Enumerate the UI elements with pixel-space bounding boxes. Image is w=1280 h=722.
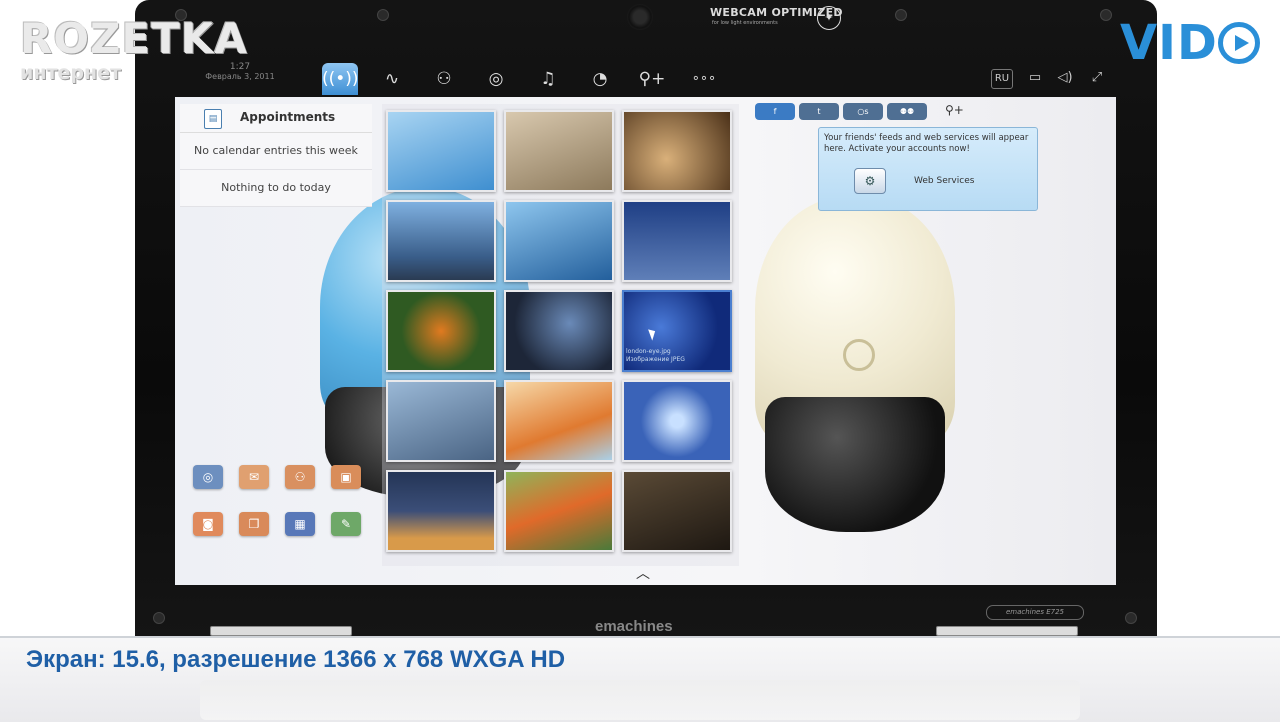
bezel-screw [377, 9, 389, 21]
camera-app-icon[interactable]: ◙ [193, 512, 223, 536]
web-services-message: Your friends' feeds and web services wil… [824, 133, 1029, 154]
caption-text: Экран: 15.6, разрешение 1366 x 768 WXGA … [26, 646, 566, 673]
bezel-screw [153, 612, 165, 624]
clock-date: Февраль 3, 2011 [205, 72, 275, 81]
tab-flickr[interactable]: ○s [843, 103, 883, 120]
photo-lens[interactable] [504, 290, 614, 372]
white-robot-base [765, 397, 945, 532]
photo-guitar[interactable] [622, 470, 732, 552]
tab-chart-icon[interactable]: ◔ [582, 63, 618, 95]
tab-twitter[interactable]: t [799, 103, 839, 120]
lightbulb-icon: ✦ [817, 6, 841, 30]
edit-app-icon[interactable]: ✎ [331, 512, 361, 536]
language-indicator[interactable]: RU [991, 69, 1013, 89]
tab-add-user-icon[interactable]: ⚲+ [634, 63, 670, 95]
clock: 1:27 Февраль 3, 2011 [195, 62, 285, 81]
calendar-icon: ▤ [204, 109, 222, 129]
top-taskbar: 1:27 Февраль 3, 2011 ((•)) ∿ ⚇ ◎ ♫ ◔ ⚲+ … [175, 60, 1116, 97]
tab-pulse-icon[interactable]: ∿ [374, 63, 410, 95]
appointments-title: Appointments [240, 110, 336, 124]
appointments-panel: ▤ Appointments No calendar entries this … [180, 104, 372, 207]
rozetka-logo: ROZETKA [20, 14, 248, 63]
photo-clownfish[interactable] [504, 470, 614, 552]
photo-tooltip-type: Изображение JPEG [626, 356, 685, 363]
album-app-icon[interactable]: ▣ [331, 465, 361, 489]
add-friend-icon[interactable]: ⚲+ [945, 103, 964, 117]
tab-facebook[interactable]: f [755, 103, 795, 120]
keyboard-reflection [200, 680, 1080, 720]
laptop-brand: emachines [595, 618, 673, 635]
photo-tooltip-filename: london-eye.jpg [626, 348, 671, 355]
photo-fruit[interactable] [504, 380, 614, 462]
calendar-entries-note[interactable]: No calendar entries this week [180, 133, 372, 170]
network-icon[interactable]: ⤢ [1087, 69, 1107, 87]
tab-music-icon[interactable]: ♫ [530, 63, 566, 95]
volume-icon[interactable]: ◁) [1055, 69, 1075, 87]
photo-tooltip: london-eye.jpg Изображение JPEG [626, 348, 685, 364]
clock-time: 1:27 [229, 62, 251, 72]
bezel-screw [895, 9, 907, 21]
photo-london-eye[interactable]: london-eye.jpg Изображение JPEG [622, 290, 732, 372]
photo-gallery: london-eye.jpg Изображение JPEG [382, 104, 739, 566]
appointments-header[interactable]: ▤ Appointments [180, 104, 372, 133]
photo-gherkin[interactable] [622, 200, 732, 282]
webcam-app-icon[interactable]: ◎ [193, 465, 223, 489]
photo-spiral-stair[interactable] [622, 110, 732, 192]
docs-app-icon[interactable]: ❐ [239, 512, 269, 536]
rozetka-sublogo: интернет [20, 62, 121, 84]
mail-app-icon[interactable]: ✉ [239, 465, 269, 489]
photo-cherries[interactable] [386, 110, 496, 192]
contacts-app-icon[interactable]: ⚇ [285, 465, 315, 489]
play-icon [1218, 22, 1260, 64]
photo-penguin[interactable] [386, 200, 496, 282]
web-services-label[interactable]: Web Services [914, 176, 974, 186]
webcam-sublabel: for low light environments [712, 20, 778, 26]
hinge-right [936, 626, 1078, 636]
tab-more-icon[interactable]: ∘∘∘ [686, 63, 722, 95]
photo-oranges[interactable] [386, 290, 496, 372]
web-services-box: Your friends' feeds and web services wil… [818, 127, 1038, 211]
model-plate: emachines E725 [986, 605, 1084, 620]
vido-logo: VID [1120, 15, 1218, 71]
webcam-lens [627, 4, 653, 30]
tab-friends[interactable]: ⚉⚉ [887, 103, 927, 120]
photo-sunset[interactable] [386, 470, 496, 552]
photo-snowflake[interactable] [622, 380, 732, 462]
todo-note[interactable]: Nothing to do today [180, 170, 372, 207]
hinge-left [210, 626, 352, 636]
battery-icon[interactable]: ▭ [1025, 69, 1045, 87]
mouse-cursor-icon [648, 327, 658, 341]
tab-disc-icon[interactable]: ◎ [478, 63, 514, 95]
tab-people-icon[interactable]: ⚇ [426, 63, 462, 95]
chevron-up-icon[interactable]: ︿ [631, 563, 655, 582]
photo-bird-branch[interactable] [504, 200, 614, 282]
robot-eye [843, 339, 875, 371]
web-services-icon[interactable]: ⚙ [854, 168, 886, 194]
bezel-screw [1125, 612, 1137, 624]
photo-spring-rolls[interactable] [504, 110, 614, 192]
laptop-screen: 1:27 Февраль 3, 2011 ((•)) ∿ ⚇ ◎ ♫ ◔ ⚲+ … [175, 60, 1116, 585]
window-app-icon[interactable]: ▦ [285, 512, 315, 536]
photo-cat[interactable] [386, 380, 496, 462]
bezel-screw [1100, 9, 1112, 21]
tab-social-icon[interactable]: ((•)) [322, 63, 359, 95]
